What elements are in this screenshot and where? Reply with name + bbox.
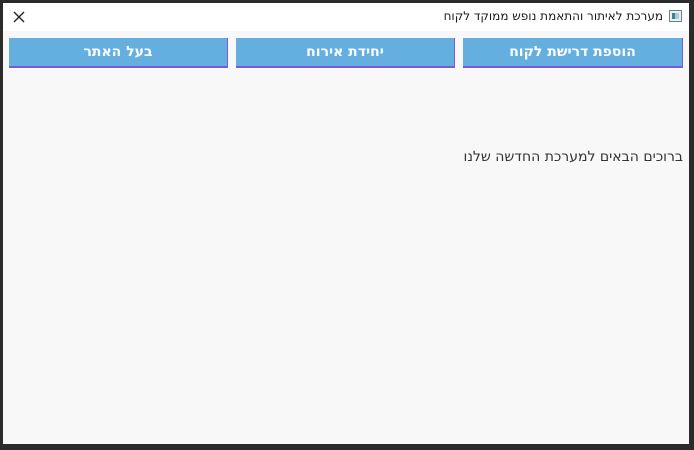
add-customer-request-button[interactable]: הוספת דרישת לקוח xyxy=(463,38,683,68)
welcome-message: ברוכים הבאים למערכת החדשה שלנו xyxy=(463,149,684,165)
app-window: מערכת לאיתור והתאמת נופש ממוקד לקוח הוספ… xyxy=(3,3,689,444)
window-title: מערכת לאיתור והתאמת נופש ממוקד לקוח xyxy=(443,9,663,23)
app-window-icon xyxy=(669,10,682,22)
title-bar[interactable]: מערכת לאיתור והתאמת נופש ממוקד לקוח xyxy=(3,3,689,31)
app-icon-pane-right xyxy=(675,13,679,19)
close-button[interactable] xyxy=(7,5,31,29)
site-owner-button[interactable]: בעל האתר xyxy=(9,38,228,68)
close-icon xyxy=(13,11,25,23)
accommodation-unit-button[interactable]: יחידת אירוח xyxy=(236,38,455,68)
